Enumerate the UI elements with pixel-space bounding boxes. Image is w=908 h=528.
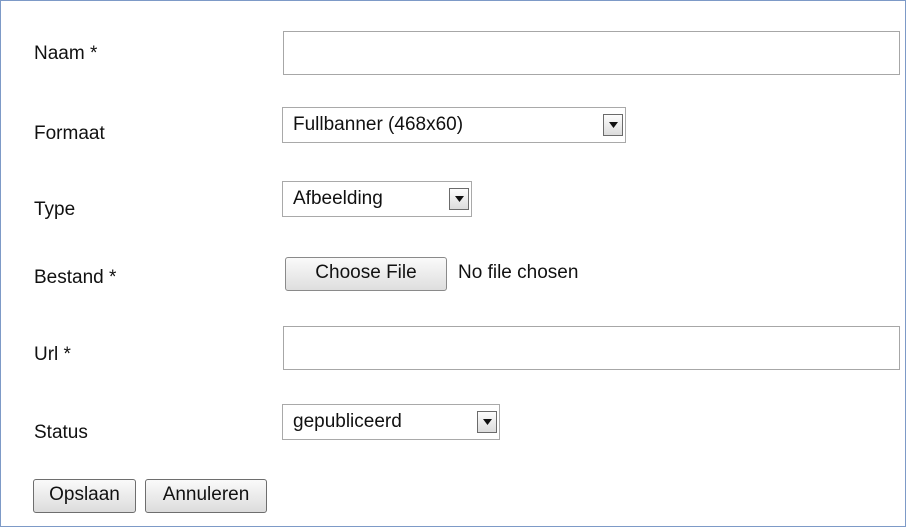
formaat-selected-value: Fullbanner (468x60)	[293, 114, 464, 135]
form-panel: Naam * Formaat Fullbanner (468x60) Type …	[0, 0, 906, 527]
url-input[interactable]	[283, 326, 900, 370]
chevron-down-icon[interactable]	[603, 114, 623, 136]
type-selected-value: Afbeelding	[293, 188, 383, 209]
status-select[interactable]: gepubliceerd	[282, 404, 500, 440]
file-status-text: No file chosen	[458, 262, 579, 283]
formaat-select[interactable]: Fullbanner (468x60)	[282, 107, 626, 143]
type-label: Type	[34, 199, 76, 220]
naam-label: Naam *	[34, 43, 98, 64]
formaat-label: Formaat	[34, 123, 105, 144]
choose-file-button[interactable]: Choose File	[285, 257, 447, 291]
chevron-down-icon[interactable]	[449, 188, 469, 210]
cancel-button[interactable]: Annuleren	[145, 479, 267, 513]
status-selected-value: gepubliceerd	[293, 411, 402, 432]
status-label: Status	[34, 422, 88, 443]
url-label: Url *	[34, 344, 71, 365]
save-button[interactable]: Opslaan	[33, 479, 136, 513]
type-select[interactable]: Afbeelding	[282, 181, 472, 217]
naam-input[interactable]	[283, 31, 900, 75]
bestand-label: Bestand *	[34, 267, 117, 288]
chevron-down-icon[interactable]	[477, 411, 497, 433]
